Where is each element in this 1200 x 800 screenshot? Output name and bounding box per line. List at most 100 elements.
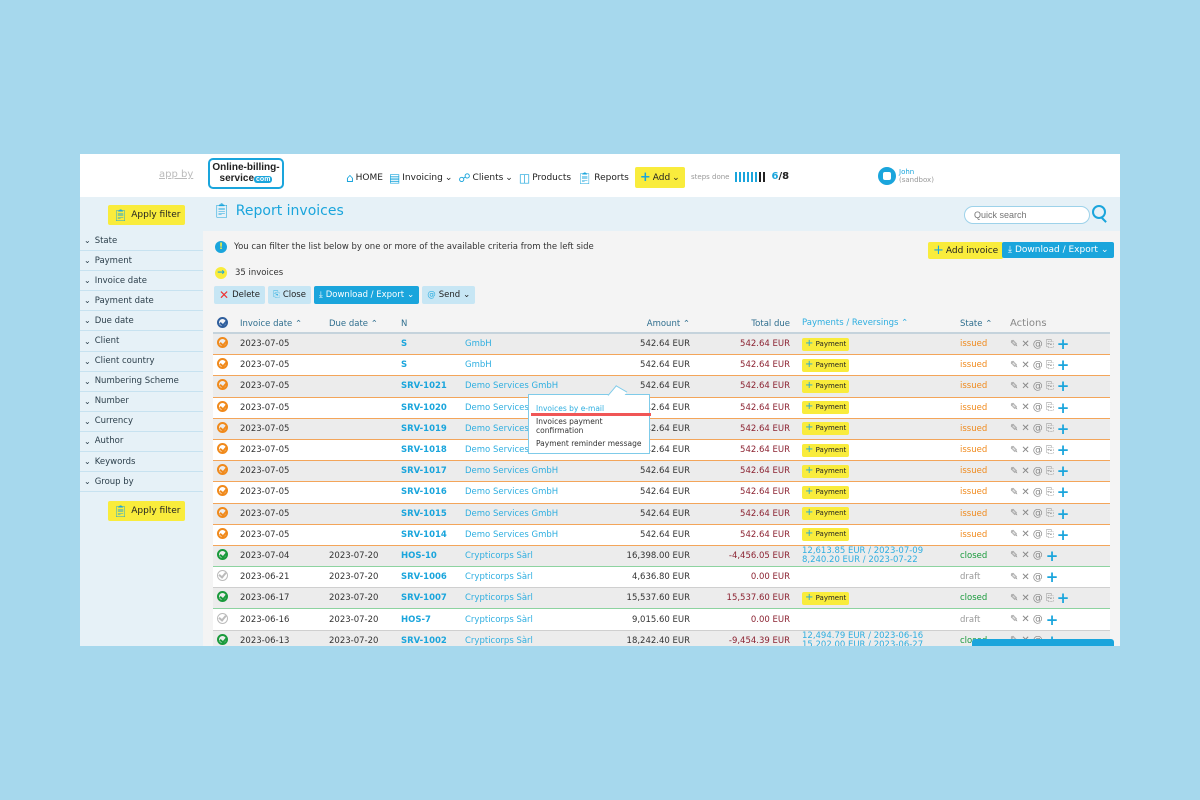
invoice-number-link[interactable]: SRV-1020: [401, 403, 465, 413]
delete-icon[interactable]: ✕: [1021, 402, 1029, 413]
nav-reports[interactable]: 📋︎ Reports: [577, 171, 629, 185]
add-icon[interactable]: +: [1057, 400, 1070, 415]
client-link[interactable]: Crypticorps Sàrl: [465, 593, 575, 603]
bottom-floating-bar[interactable]: [972, 639, 1114, 646]
filter-invoice-date[interactable]: ⌄ Invoice date: [80, 271, 203, 292]
add-icon[interactable]: +: [1057, 337, 1070, 352]
add-payment-button[interactable]: + Payment: [802, 443, 850, 457]
filter-author[interactable]: ⌄ Author: [80, 432, 203, 453]
app-by-link[interactable]: app by: [159, 169, 193, 180]
email-icon[interactable]: @: [1033, 423, 1043, 434]
add-icon[interactable]: +: [1046, 570, 1059, 585]
quick-search-input[interactable]: [964, 206, 1090, 224]
delete-icon[interactable]: ✕: [1021, 593, 1029, 604]
add-payment-button[interactable]: + Payment: [802, 528, 850, 542]
add-payment-button[interactable]: + Payment: [802, 485, 850, 499]
edit-icon[interactable]: ✎: [1010, 593, 1018, 604]
filter-numbering-scheme[interactable]: ⌄ Numbering Scheme: [80, 372, 203, 392]
delete-icon[interactable]: ✕: [1021, 508, 1029, 519]
invoice-number-link[interactable]: SRV-1006: [401, 572, 465, 582]
add-icon[interactable]: +: [1057, 485, 1070, 500]
invoice-number-link[interactable]: SRV-1017: [401, 466, 465, 476]
nav-home[interactable]: ⌂ HOME: [346, 171, 383, 185]
row-checkbox[interactable]: [213, 464, 240, 478]
close-invoice-icon[interactable]: ⎘: [1046, 339, 1054, 350]
close-invoice-icon[interactable]: ⎘: [1046, 423, 1054, 434]
col-due-date[interactable]: Due date ⌃: [329, 319, 401, 329]
edit-icon[interactable]: ✎: [1010, 487, 1018, 498]
edit-icon[interactable]: ✎: [1010, 529, 1018, 540]
email-icon[interactable]: @: [1033, 445, 1043, 456]
row-checkbox[interactable]: [213, 421, 240, 436]
invoice-number-link[interactable]: SRV-1019: [401, 424, 465, 434]
email-icon[interactable]: @: [1033, 466, 1043, 477]
close-invoice-icon[interactable]: ⎘: [1046, 360, 1054, 371]
download-export-button-top[interactable]: ⤓ Download / Export ⌄: [1002, 242, 1115, 258]
row-checkbox[interactable]: [213, 506, 240, 521]
delete-icon[interactable]: ✕: [1021, 614, 1029, 625]
menu-item-payment-confirmation[interactable]: Invoices payment confirmation: [529, 417, 649, 435]
col-state[interactable]: State ⌃: [960, 319, 1010, 329]
client-link[interactable]: Crypticorps Sàrl: [465, 615, 575, 625]
close-invoice-icon[interactable]: ⎘: [1046, 593, 1054, 604]
edit-icon[interactable]: ✎: [1010, 550, 1018, 561]
nav-products[interactable]: ◫ Products: [519, 171, 571, 185]
col-total-due[interactable]: Total due: [690, 319, 790, 329]
row-checkbox[interactable]: [213, 358, 240, 372]
add-payment-button[interactable]: + Payment: [802, 591, 850, 605]
select-all-checkbox[interactable]: [213, 316, 240, 331]
user-menu[interactable]: John (sandbox): [878, 167, 934, 185]
filter-state[interactable]: ⌄ State: [80, 231, 203, 252]
add-icon[interactable]: +: [1046, 612, 1059, 627]
invoice-number-link[interactable]: SRV-1002: [401, 636, 465, 646]
client-link[interactable]: Crypticorps Sàrl: [465, 551, 575, 561]
nav-add-button[interactable]: + Add ⌄: [634, 167, 685, 188]
delete-icon[interactable]: ✕: [1021, 466, 1029, 477]
close-invoice-icon[interactable]: ⎘: [1046, 508, 1054, 519]
filter-client-country[interactable]: ⌄ Client country: [80, 352, 203, 372]
client-link[interactable]: Demo Services GmbH: [465, 509, 575, 519]
delete-icon[interactable]: ✕: [1021, 550, 1029, 561]
add-payment-button[interactable]: + Payment: [802, 337, 850, 351]
invoice-number-link[interactable]: SRV-1021: [401, 381, 465, 391]
email-icon[interactable]: @: [1033, 508, 1043, 519]
add-icon[interactable]: +: [1057, 591, 1070, 606]
filter-payment[interactable]: ⌄ Payment: [80, 251, 203, 272]
add-payment-button[interactable]: + Payment: [802, 507, 850, 521]
email-icon[interactable]: @: [1033, 339, 1043, 350]
add-icon[interactable]: +: [1046, 548, 1059, 563]
row-checkbox[interactable]: [213, 400, 240, 415]
close-invoice-icon[interactable]: ⎘: [1046, 487, 1054, 498]
filter-client[interactable]: ⌄ Client: [80, 331, 203, 352]
add-icon[interactable]: +: [1057, 358, 1070, 373]
email-icon[interactable]: @: [1033, 360, 1043, 371]
invoice-number-link[interactable]: SRV-1015: [401, 509, 465, 519]
client-link[interactable]: Crypticorps Sàrl: [465, 636, 575, 646]
delete-button[interactable]: ✕ Delete: [214, 286, 265, 304]
add-payment-button[interactable]: + Payment: [802, 358, 850, 372]
invoice-number-link[interactable]: SRV-1014: [401, 530, 465, 540]
payment-entry[interactable]: 8,240.20 EUR / 2023-07-22: [802, 555, 960, 565]
search-icon[interactable]: [1092, 205, 1106, 219]
edit-icon[interactable]: ✎: [1010, 402, 1018, 413]
row-checkbox[interactable]: [213, 337, 240, 351]
email-icon[interactable]: @: [1033, 381, 1043, 392]
edit-icon[interactable]: ✎: [1010, 423, 1018, 434]
nav-invoicing[interactable]: ▤ Invoicing ⌄: [389, 171, 452, 185]
email-icon[interactable]: @: [1033, 550, 1043, 561]
client-link[interactable]: Demo Services GmbH: [465, 487, 575, 497]
invoice-number-link[interactable]: HOS-10: [401, 551, 465, 561]
add-payment-button[interactable]: + Payment: [802, 379, 850, 393]
email-icon[interactable]: @: [1033, 572, 1043, 583]
email-icon[interactable]: @: [1033, 487, 1043, 498]
add-payment-button[interactable]: + Payment: [802, 422, 850, 436]
edit-icon[interactable]: ✎: [1010, 572, 1018, 583]
apply-filter-button-top[interactable]: 📋︎ Apply filter: [108, 205, 186, 225]
invoice-number-link[interactable]: SRV-1007: [401, 593, 465, 603]
edit-icon[interactable]: ✎: [1010, 614, 1018, 625]
col-amount[interactable]: Amount ⌃: [575, 319, 690, 329]
client-link[interactable]: Demo Services GmbH: [465, 466, 575, 476]
download-export-button[interactable]: ⤓ Download / Export ⌄: [313, 286, 420, 304]
add-icon[interactable]: +: [1057, 464, 1070, 479]
invoice-number-link[interactable]: S: [401, 339, 465, 349]
